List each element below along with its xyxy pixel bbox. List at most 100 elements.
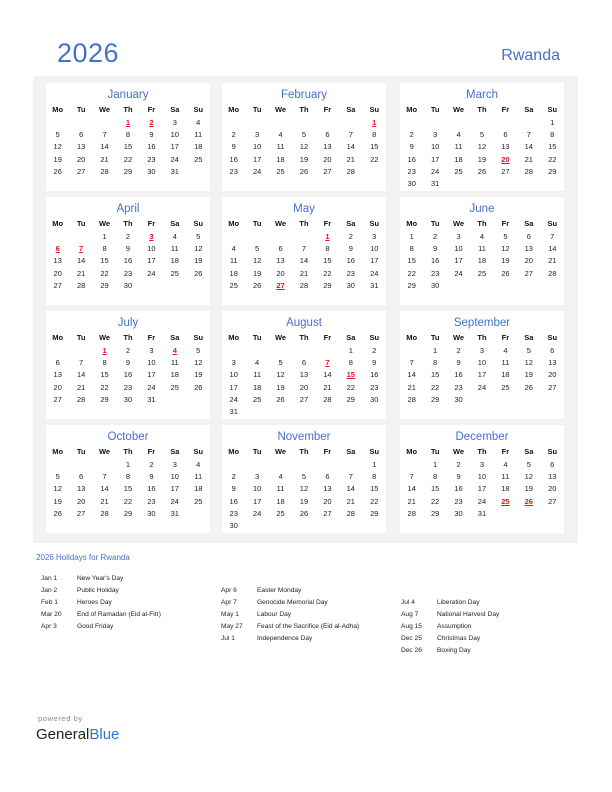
day-cell[interactable]: 23 xyxy=(400,165,423,177)
day-cell[interactable]: 23 xyxy=(447,495,470,507)
day-cell[interactable]: 8 xyxy=(400,242,423,254)
day-cell[interactable]: 26 xyxy=(517,381,540,393)
day-cell[interactable]: 24 xyxy=(245,507,268,519)
day-cell[interactable]: 19 xyxy=(269,381,292,393)
day-cell[interactable]: 9 xyxy=(400,141,423,153)
day-cell[interactable]: 28 xyxy=(400,507,423,519)
day-cell[interactable]: 17 xyxy=(163,141,186,153)
day-cell[interactable]: 20 xyxy=(541,483,564,495)
day-cell[interactable]: 6 xyxy=(541,344,564,356)
day-cell[interactable]: 4 xyxy=(494,344,517,356)
day-cell[interactable]: 28 xyxy=(93,165,116,177)
day-cell[interactable]: 8 xyxy=(541,128,564,140)
day-cell[interactable]: 19 xyxy=(46,495,69,507)
day-cell[interactable]: 3 xyxy=(470,344,493,356)
day-cell[interactable]: 13 xyxy=(46,255,69,267)
day-cell[interactable]: 30 xyxy=(116,393,139,405)
day-cell[interactable]: 24 xyxy=(423,165,446,177)
holiday-day-cell[interactable]: 3 xyxy=(140,230,163,242)
day-cell[interactable]: 16 xyxy=(363,369,386,381)
day-cell[interactable]: 6 xyxy=(494,128,517,140)
day-cell[interactable]: 3 xyxy=(363,230,386,242)
day-cell[interactable]: 25 xyxy=(163,267,186,279)
day-cell[interactable]: 1 xyxy=(363,458,386,470)
day-cell[interactable]: 19 xyxy=(494,255,517,267)
day-cell[interactable]: 31 xyxy=(423,177,446,189)
day-cell[interactable]: 14 xyxy=(69,369,92,381)
day-cell[interactable]: 24 xyxy=(363,267,386,279)
day-cell[interactable]: 13 xyxy=(517,242,540,254)
day-cell[interactable]: 2 xyxy=(116,230,139,242)
day-cell[interactable]: 6 xyxy=(69,470,92,482)
day-cell[interactable]: 24 xyxy=(245,165,268,177)
day-cell[interactable]: 10 xyxy=(222,369,245,381)
day-cell[interactable]: 6 xyxy=(541,458,564,470)
day-cell[interactable]: 29 xyxy=(316,279,339,291)
day-cell[interactable]: 20 xyxy=(69,495,92,507)
day-cell[interactable]: 2 xyxy=(140,458,163,470)
day-cell[interactable]: 13 xyxy=(269,255,292,267)
day-cell[interactable]: 18 xyxy=(187,141,210,153)
day-cell[interactable]: 11 xyxy=(187,470,210,482)
day-cell[interactable]: 7 xyxy=(517,128,540,140)
day-cell[interactable]: 27 xyxy=(292,393,315,405)
day-cell[interactable]: 22 xyxy=(116,153,139,165)
day-cell[interactable]: 25 xyxy=(447,165,470,177)
day-cell[interactable]: 27 xyxy=(541,381,564,393)
day-cell[interactable]: 4 xyxy=(494,458,517,470)
day-cell[interactable]: 25 xyxy=(222,279,245,291)
day-cell[interactable]: 30 xyxy=(447,507,470,519)
day-cell[interactable]: 4 xyxy=(269,128,292,140)
day-cell[interactable]: 16 xyxy=(140,483,163,495)
day-cell[interactable]: 25 xyxy=(163,381,186,393)
day-cell[interactable]: 29 xyxy=(93,279,116,291)
day-cell[interactable]: 22 xyxy=(339,381,362,393)
day-cell[interactable]: 12 xyxy=(46,483,69,495)
day-cell[interactable]: 2 xyxy=(400,128,423,140)
day-cell[interactable]: 3 xyxy=(163,458,186,470)
day-cell[interactable]: 17 xyxy=(163,483,186,495)
day-cell[interactable]: 24 xyxy=(163,153,186,165)
day-cell[interactable]: 6 xyxy=(269,242,292,254)
day-cell[interactable]: 22 xyxy=(363,495,386,507)
day-cell[interactable]: 7 xyxy=(339,470,362,482)
day-cell[interactable]: 27 xyxy=(517,267,540,279)
day-cell[interactable]: 7 xyxy=(339,128,362,140)
day-cell[interactable]: 8 xyxy=(423,356,446,368)
day-cell[interactable]: 7 xyxy=(292,242,315,254)
day-cell[interactable]: 28 xyxy=(292,279,315,291)
day-cell[interactable]: 14 xyxy=(541,242,564,254)
day-cell[interactable]: 13 xyxy=(494,141,517,153)
day-cell[interactable]: 19 xyxy=(517,369,540,381)
day-cell[interactable]: 29 xyxy=(93,393,116,405)
day-cell[interactable]: 1 xyxy=(423,458,446,470)
day-cell[interactable]: 24 xyxy=(470,495,493,507)
day-cell[interactable]: 26 xyxy=(187,381,210,393)
day-cell[interactable]: 13 xyxy=(46,369,69,381)
day-cell[interactable]: 27 xyxy=(316,165,339,177)
day-cell[interactable]: 30 xyxy=(339,279,362,291)
day-cell[interactable]: 9 xyxy=(447,470,470,482)
day-cell[interactable]: 9 xyxy=(423,242,446,254)
day-cell[interactable]: 19 xyxy=(292,153,315,165)
day-cell[interactable]: 29 xyxy=(423,393,446,405)
day-cell[interactable]: 14 xyxy=(400,483,423,495)
day-cell[interactable]: 22 xyxy=(423,495,446,507)
day-cell[interactable]: 3 xyxy=(245,470,268,482)
day-cell[interactable]: 1 xyxy=(339,344,362,356)
day-cell[interactable]: 21 xyxy=(316,381,339,393)
day-cell[interactable]: 13 xyxy=(316,141,339,153)
day-cell[interactable]: 24 xyxy=(140,381,163,393)
day-cell[interactable]: 22 xyxy=(363,153,386,165)
day-cell[interactable]: 8 xyxy=(116,470,139,482)
day-cell[interactable]: 18 xyxy=(269,153,292,165)
day-cell[interactable]: 10 xyxy=(470,470,493,482)
day-cell[interactable]: 19 xyxy=(470,153,493,165)
day-cell[interactable]: 22 xyxy=(116,495,139,507)
day-cell[interactable]: 15 xyxy=(116,141,139,153)
day-cell[interactable]: 5 xyxy=(46,470,69,482)
day-cell[interactable]: 16 xyxy=(140,141,163,153)
day-cell[interactable]: 31 xyxy=(140,393,163,405)
day-cell[interactable]: 17 xyxy=(470,483,493,495)
day-cell[interactable]: 28 xyxy=(541,267,564,279)
